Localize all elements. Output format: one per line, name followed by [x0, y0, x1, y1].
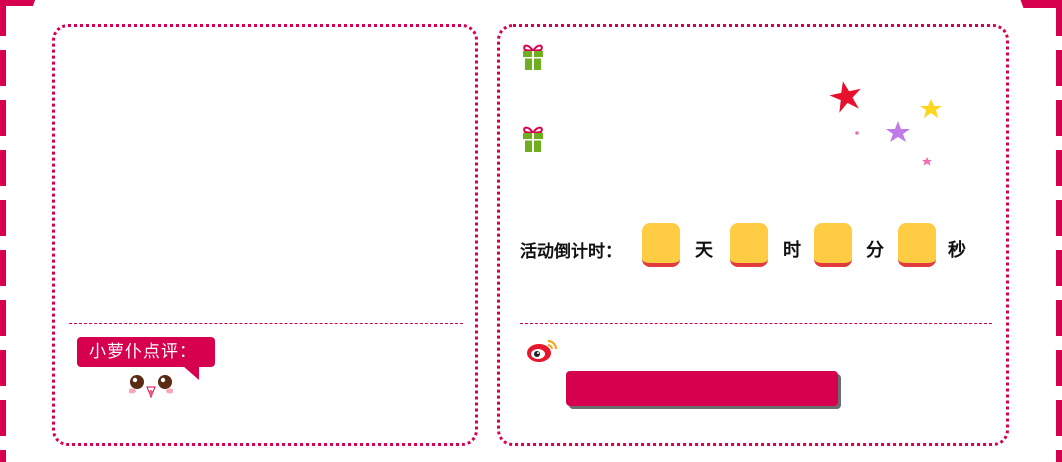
- countdown-hour-box: [730, 223, 768, 267]
- countdown-day-box: [642, 223, 680, 267]
- review-badge-tail: [183, 366, 199, 380]
- share-button[interactable]: [566, 371, 838, 406]
- gift-icon: [523, 126, 543, 152]
- left-dashed-edge: [0, 0, 6, 462]
- review-badge-label: 小萝仆点评：: [89, 342, 197, 362]
- right-activity-panel: 活动倒计时： 天 时 分 秒: [497, 24, 1009, 446]
- gift-icon: [523, 44, 543, 70]
- top-left-edge-mark: [0, 0, 36, 6]
- countdown-day-unit: 天: [695, 240, 713, 261]
- left-content-panel: 小萝仆点评：: [52, 24, 478, 446]
- right-dashed-edge: [1056, 0, 1062, 462]
- left-panel-divider: [69, 323, 463, 324]
- review-badge: 小萝仆点评：: [77, 337, 215, 380]
- countdown-second-unit: 秒: [948, 240, 966, 261]
- countdown-second-box: [898, 223, 936, 267]
- weibo-icon[interactable]: [526, 337, 558, 363]
- countdown-hour-unit: 时: [783, 240, 801, 261]
- countdown-label: 活动倒计时：: [520, 242, 622, 262]
- stars-decoration: [829, 81, 942, 166]
- cute-face-icon: [129, 375, 173, 399]
- countdown-minute-box: [814, 223, 852, 267]
- countdown-minute-unit: 分: [866, 240, 884, 261]
- top-right-edge-mark: [1020, 0, 1062, 8]
- right-panel-divider: [520, 323, 992, 324]
